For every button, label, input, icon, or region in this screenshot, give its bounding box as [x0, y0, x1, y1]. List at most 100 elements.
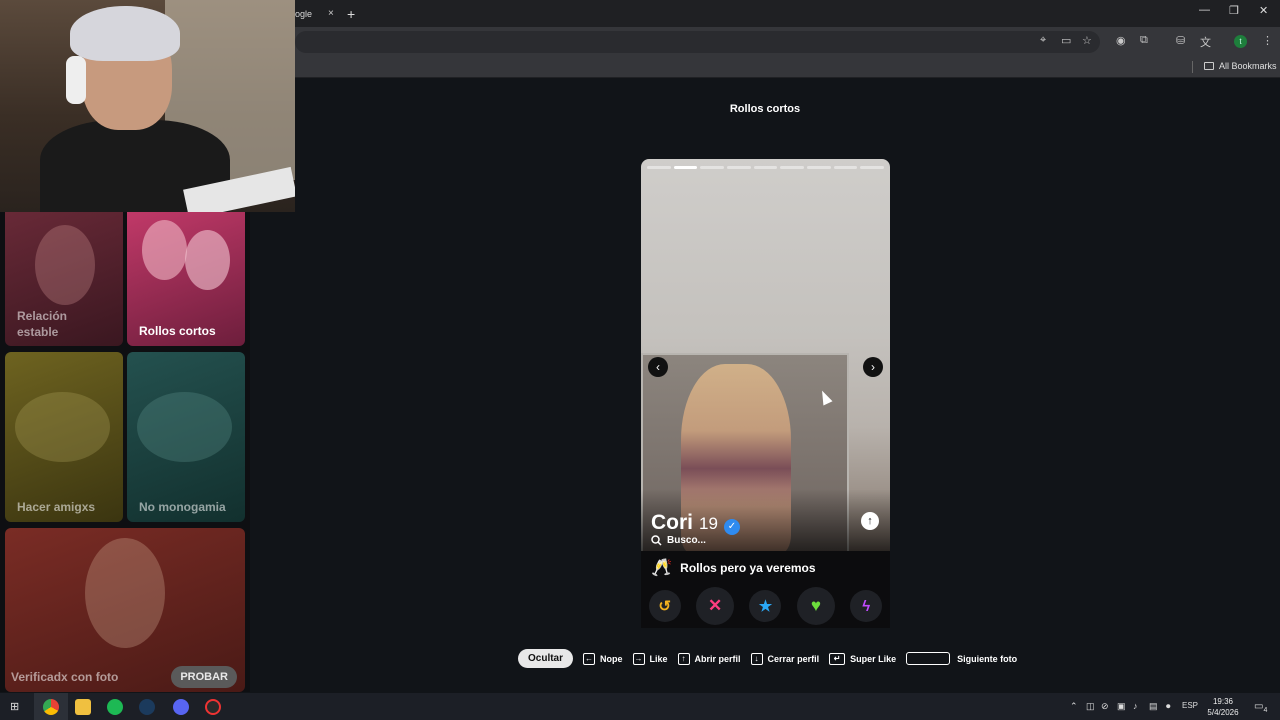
tab-title: ogle [295, 8, 313, 19]
all-bookmarks-label: All Bookmarks [1219, 61, 1277, 71]
new-tab-button[interactable]: + [347, 6, 355, 22]
chrome-icon[interactable] [43, 699, 59, 715]
superlike-button[interactable]: ★ [749, 590, 782, 622]
shortcut-label: Cerrar perfil [767, 653, 820, 664]
headset-icon [66, 56, 86, 104]
nope-button[interactable]: ✕ [696, 587, 735, 625]
photo-progress-segment[interactable] [833, 166, 858, 169]
tile-no-monogamia[interactable]: No monogamia [127, 352, 245, 522]
webcam-hair [70, 6, 180, 61]
notification-count: 4 [1263, 707, 1268, 714]
minimize-button[interactable]: — [1199, 4, 1210, 16]
name-row: Cori 19 ✓ [651, 511, 740, 535]
tile-verificadx[interactable]: Verificadx con foto PROBAR [5, 528, 245, 692]
clock[interactable]: 19:36 5/4/2026 [1200, 696, 1246, 718]
microphone-icon[interactable]: ⏺ [1166, 701, 1171, 712]
profile-name: Cori [651, 511, 693, 534]
looking-for-row: 🥂 Rollos pero ya veremos [641, 551, 890, 585]
tile-label: Verificadx con foto [11, 670, 119, 684]
extension-icon[interactable]: ◉ [1116, 34, 1126, 47]
photo-progress-segment[interactable] [860, 166, 885, 169]
tile-relacion-estable[interactable]: Relación estable [5, 205, 123, 346]
tile-image [85, 538, 165, 648]
tile-label: Hacer amigxs [17, 500, 96, 514]
close-window-button[interactable]: ✕ [1259, 4, 1268, 17]
menu-icon[interactable]: ⋮ [1262, 34, 1273, 47]
tray-network-off-icon[interactable]: ⊘ [1101, 701, 1109, 712]
tray-app-icon[interactable]: ◫ [1086, 701, 1095, 712]
webcam-overlay [0, 0, 295, 212]
photo-progress-segment[interactable] [807, 166, 831, 169]
shortcut-label: Abrir perfil [694, 653, 741, 664]
tray-overflow-icon[interactable]: ⌃ [1070, 701, 1078, 712]
like-button[interactable]: ♥ [796, 587, 835, 625]
file-explorer-icon[interactable] [75, 699, 91, 715]
address-bar[interactable] [295, 31, 1100, 53]
verified-icon: ✓ [723, 519, 740, 535]
shortcut-next-photo: Siguiente foto [906, 652, 1017, 665]
windows-start-icon[interactable]: ⊞ [10, 700, 19, 713]
photo-progress-segment[interactable] [753, 166, 778, 169]
tile-image [15, 392, 110, 462]
probar-button[interactable]: PROBAR [171, 666, 237, 688]
profile-sync-icon[interactable]: ⛁ [1176, 34, 1185, 47]
looking-for-text: Rollos pero ya veremos [680, 561, 816, 575]
steam-icon[interactable] [139, 699, 155, 715]
tile-label: Relación estable [17, 308, 67, 340]
shortcut-label: Siguiente foto [957, 653, 1018, 664]
profile-card[interactable]: ‹ › Cori 19 ✓ ↑ Busco... 🥂 Rollos pero y… [641, 159, 890, 605]
spacebar-icon [906, 652, 951, 665]
location-icon[interactable]: ⌖ [1040, 34, 1046, 47]
shortcut-label: Super Like [850, 653, 897, 664]
profile-avatar[interactable]: t [1234, 35, 1247, 48]
shortcut-open-profile: ↑ Abrir perfil [677, 652, 741, 665]
shortcut-close-profile: ↓ Cerrar perfil [750, 652, 820, 665]
spotify-icon[interactable] [107, 699, 123, 715]
cast-icon[interactable]: ▭ [1061, 34, 1071, 47]
photo-progress-segment[interactable] [647, 166, 671, 169]
rewind-button[interactable]: ↺ [648, 590, 681, 622]
photo-progress-segment[interactable] [673, 166, 698, 169]
discord-icon[interactable] [173, 699, 189, 715]
puzzle-icon[interactable]: ⧉ [1140, 34, 1148, 47]
shortcut-label: Like [649, 653, 668, 664]
shortcut-label: Nope [600, 653, 623, 664]
boost-button[interactable]: ϟ [850, 590, 883, 622]
clock-date: 5/4/2026 [1207, 708, 1239, 717]
arrow-down-icon: ↓ [750, 652, 763, 665]
obs-icon[interactable] [205, 699, 221, 715]
tile-label-line1: Relación [17, 309, 68, 323]
tray-monitor-icon[interactable]: ▣ [1117, 701, 1126, 712]
tile-rollos-cortos[interactable]: Rollos cortos [127, 205, 245, 346]
cheers-icon: 🥂 [651, 558, 673, 577]
shortcut-nope: ← Nope [583, 652, 623, 665]
tile-label-line2: estable [17, 325, 59, 339]
photo-progress-segment[interactable] [780, 166, 805, 169]
photo-progress [647, 166, 885, 169]
network-icon[interactable]: ▤ [1149, 701, 1158, 712]
enter-key-icon: ↵ [829, 652, 846, 665]
volume-icon[interactable]: ♪ [1133, 701, 1138, 711]
next-photo-button[interactable]: › [863, 357, 883, 377]
tile-image [185, 230, 230, 290]
star-icon[interactable]: ☆ [1082, 34, 1092, 47]
photo-progress-segment[interactable] [727, 166, 751, 169]
translate-icon[interactable]: 文 [1200, 34, 1211, 50]
tile-label: Rollos cortos [139, 324, 216, 338]
arrow-up-icon: ↑ [677, 652, 690, 665]
restore-button[interactable]: ❐ [1229, 4, 1239, 17]
tile-hacer-amigxs[interactable]: Hacer amigxs [5, 352, 123, 522]
all-bookmarks-button[interactable]: All Bookmarks [1204, 61, 1277, 71]
tile-image [35, 225, 95, 305]
profile-age: 19 [699, 514, 718, 533]
open-profile-button[interactable]: ↑ [861, 512, 879, 530]
notifications-icon[interactable]: ▭4 [1254, 701, 1267, 714]
prev-photo-button[interactable]: ‹ [648, 357, 668, 377]
language-indicator[interactable]: ESP [1182, 701, 1198, 710]
busco-row: Busco... [651, 535, 706, 546]
tile-image [137, 392, 232, 462]
tile-image [142, 220, 187, 280]
photo-progress-segment[interactable] [700, 166, 725, 169]
tab-close-icon[interactable]: × [328, 8, 334, 19]
hide-shortcuts-button[interactable]: Ocultar [518, 649, 574, 668]
